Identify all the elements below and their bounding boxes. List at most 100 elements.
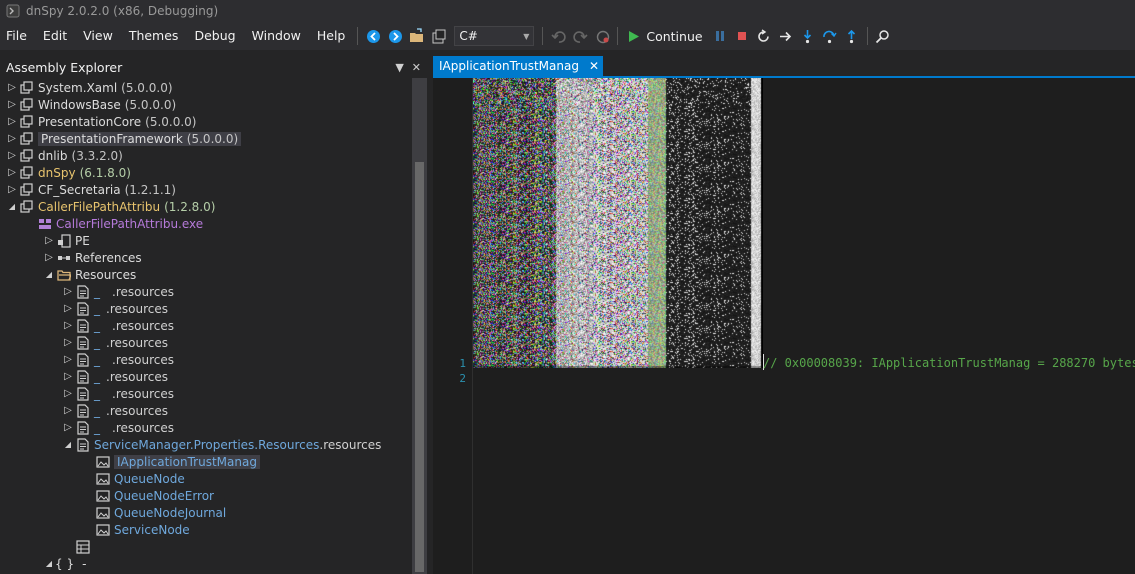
menu-help[interactable]: Help (309, 25, 354, 47)
language-select[interactable]: C# ▼ (454, 26, 535, 46)
back-button[interactable] (362, 25, 384, 47)
history-button[interactable] (591, 25, 613, 47)
menu-toolbar: File Edit View Themes Debug Window Help … (0, 22, 1135, 50)
collapsed-triangle-icon[interactable]: ▷ (6, 99, 18, 111)
assembly-icon (20, 182, 33, 196)
tree-scroll-thumb[interactable] (415, 162, 424, 572)
tree-assembly-item[interactable]: ▷ WindowsBase (5.0.0.0) (6, 96, 176, 113)
namespace-braces: { } (55, 556, 75, 571)
continue-label[interactable]: Continue (646, 29, 702, 44)
step-out-button[interactable] (841, 25, 863, 47)
tree-assembly-item[interactable]: ▷ dnlib (3.3.2.0) (6, 147, 123, 164)
collapsed-triangle-icon[interactable]: ▷ (6, 150, 18, 162)
tree-scrollbar[interactable] (412, 78, 427, 574)
tree-resource-item[interactable]: ▷ _ .resources (62, 334, 168, 351)
menu-file[interactable]: File (0, 25, 35, 47)
module-icon (39, 218, 51, 229)
tree-pe-item[interactable]: ▷ PE (43, 232, 90, 249)
collapsed-triangle-icon[interactable]: ▷ (62, 303, 74, 315)
panel-dropdown-icon[interactable]: ▼ (395, 61, 403, 74)
tree-assembly-item[interactable]: ▷ PresentationCore (5.0.0.0) (6, 113, 196, 130)
continue-button[interactable] (622, 25, 644, 47)
tree-resource-table-item[interactable] (62, 538, 94, 555)
open-button[interactable] (406, 25, 428, 47)
stop-button[interactable] (731, 25, 753, 47)
restart-button[interactable] (753, 25, 775, 47)
step-into-button[interactable] (797, 25, 819, 47)
close-icon[interactable]: ✕ (589, 59, 599, 73)
collapsed-triangle-icon[interactable]: ▷ (62, 320, 74, 332)
tree-assembly-item[interactable]: ▷ CF_Secretaria (1.2.1.1) (6, 181, 176, 198)
tree-resource-item[interactable]: ▷ _ .resources (62, 385, 174, 402)
tree-resource-image-item[interactable]: QueueNode (82, 470, 185, 487)
line-number-gutter: 1 2 (433, 78, 473, 574)
tree-namespace-item[interactable]: ◢{ } - (43, 555, 87, 572)
collapsed-triangle-icon[interactable]: ▷ (6, 184, 18, 196)
assembly-explorer-panel: Assembly Explorer ▼ ✕ ▷ System.Xaml (5.0.0… (0, 56, 427, 574)
tree-resource-item[interactable]: ▷ _ .resources (62, 402, 168, 419)
collapsed-triangle-icon[interactable]: ▷ (62, 286, 74, 298)
tree-resource-image-item[interactable]: ServiceNode (82, 521, 190, 538)
collapsed-triangle-icon[interactable]: ▷ (43, 235, 55, 247)
collapsed-triangle-icon[interactable]: ▷ (62, 405, 74, 417)
collapsed-triangle-icon[interactable]: ▷ (43, 252, 55, 264)
tree-references-item[interactable]: ▷ References (43, 249, 142, 266)
editor-pane[interactable]: 1 2 // 0x00008039: IApplicationTrustMana… (433, 78, 1135, 574)
pause-button[interactable] (709, 25, 731, 47)
tree-resources-folder[interactable]: ◢ Resources (43, 266, 136, 283)
undo-button[interactable] (547, 25, 569, 47)
tree-resource-image-item[interactable]: QueueNodeJournal (82, 504, 226, 521)
redo-button[interactable] (569, 25, 591, 47)
tree-resource-file-item[interactable]: ◢ ServiceManager.Properties.Resources .res… (62, 436, 381, 453)
collapsed-triangle-icon[interactable]: ▷ (62, 337, 74, 349)
close-icon[interactable]: ✕ (412, 61, 421, 74)
assembly-version: (1.2.1.1) (124, 182, 176, 197)
tree-resource-item[interactable]: ▷ _ .resources (62, 317, 174, 334)
assembly-version: (6.1.8.0) (79, 165, 131, 180)
expanded-triangle-icon[interactable]: ◢ (43, 269, 55, 281)
tree-module-item[interactable]: CallerFilePathAttribu.exe (24, 215, 203, 232)
collapsed-triangle-icon[interactable]: ▷ (6, 116, 18, 128)
tree-resource-item[interactable]: ▷ _ .resources (62, 368, 168, 385)
tree-resource-item[interactable]: ▷ _ .resources (62, 419, 174, 436)
tree-resource-image-item[interactable]: IApplicationTrustManag (82, 453, 260, 470)
menu-view[interactable]: View (75, 25, 121, 47)
menu-themes[interactable]: Themes (121, 25, 187, 47)
search-button[interactable] (872, 25, 894, 47)
menu-debug[interactable]: Debug (186, 25, 243, 47)
tree-assembly-item[interactable]: ▷ System.Xaml (5.0.0.0) (6, 79, 172, 96)
assembly-icon (20, 165, 33, 179)
menu-edit[interactable]: Edit (35, 25, 75, 47)
show-next-statement-button[interactable] (775, 25, 797, 47)
tree-assembly-item[interactable]: ▷ PresentationFramework (5.0.0.0) (6, 130, 242, 147)
collapsed-triangle-icon[interactable]: ▷ (62, 422, 74, 434)
tab-iapplicationtrustmanag[interactable]: IApplicationTrustManag ✕ (433, 56, 603, 76)
tree-resource-item[interactable]: ▷ _ .resources (62, 283, 174, 300)
tree-assembly-item[interactable]: ◢ CallerFilePathAttribu (1.2.8.0) (6, 198, 216, 215)
no-expander (82, 507, 94, 519)
resource-name: _ (94, 301, 100, 316)
tree-resource-image-item[interactable]: QueueNodeError (82, 487, 214, 504)
no-expander (82, 524, 94, 536)
collapsed-triangle-icon[interactable]: ▷ (6, 133, 18, 145)
collapsed-triangle-icon[interactable]: ▷ (6, 82, 18, 94)
step-over-button[interactable] (819, 25, 841, 47)
open-list-button[interactable] (428, 25, 450, 47)
collapsed-triangle-icon[interactable]: ▷ (62, 388, 74, 400)
resource-item-name: QueueNodeError (114, 488, 214, 503)
collapsed-triangle-icon[interactable]: ▷ (62, 354, 74, 366)
expanded-triangle-icon[interactable]: ◢ (43, 558, 55, 570)
tree-resource-item[interactable]: ▷ _ .resources (62, 351, 174, 368)
assembly-label: dnlib (3.3.2.0) (38, 149, 123, 163)
expanded-triangle-icon[interactable]: ◢ (62, 439, 74, 451)
resource-item-name: IApplicationTrustManag (117, 454, 257, 469)
undo-icon (551, 30, 566, 43)
tree-assembly-item[interactable]: ▷ dnSpy (6.1.8.0) (6, 164, 131, 181)
assembly-name: PresentationFramework (41, 131, 183, 146)
forward-button[interactable] (384, 25, 406, 47)
collapsed-triangle-icon[interactable]: ▷ (62, 371, 74, 383)
tree-resource-item[interactable]: ▷ _ .resources (62, 300, 168, 317)
menu-window[interactable]: Window (244, 25, 309, 47)
expanded-triangle-icon[interactable]: ◢ (6, 201, 18, 213)
collapsed-triangle-icon[interactable]: ▷ (6, 167, 18, 179)
